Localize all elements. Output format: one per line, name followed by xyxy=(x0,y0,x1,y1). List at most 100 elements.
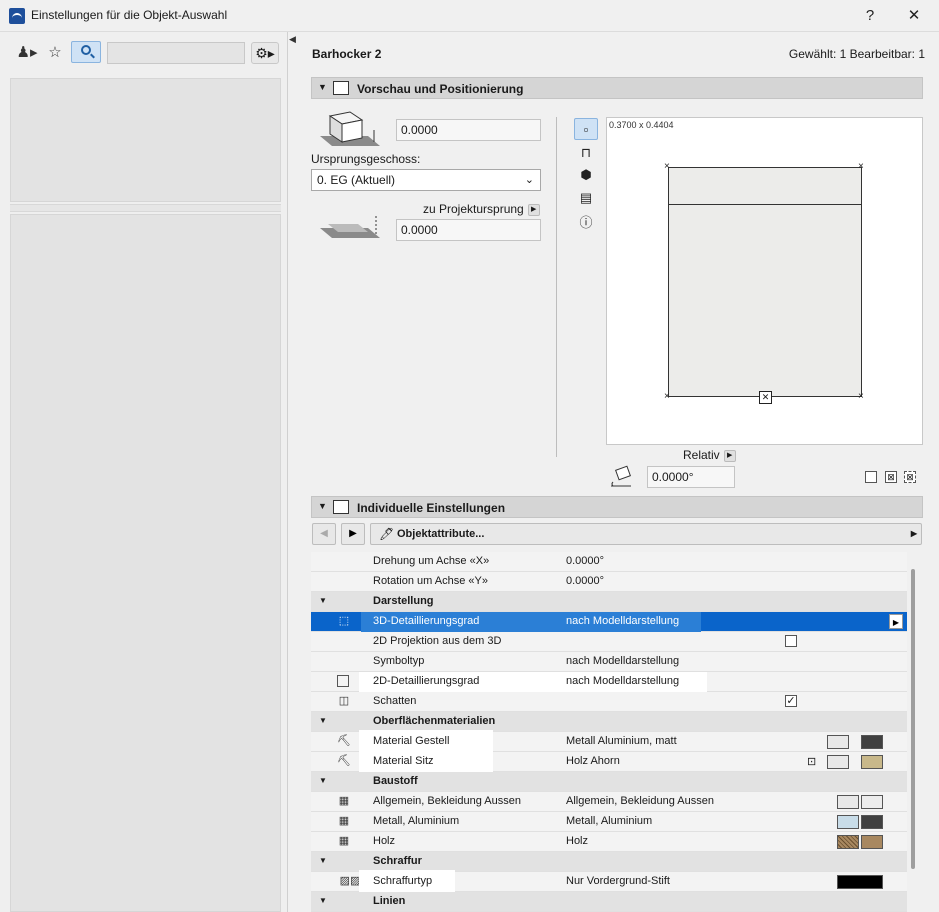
table-row[interactable]: Drehung um Achse «X» 0.0000° xyxy=(311,552,907,572)
mirror-x-icon[interactable]: ⊠ xyxy=(885,471,897,483)
section-view-icon[interactable]: ⊓ xyxy=(574,142,598,164)
forward-button[interactable]: ▶ xyxy=(341,523,365,545)
collapse-left-icon[interactable]: ◀ xyxy=(289,34,297,45)
help-button[interactable]: ? xyxy=(855,4,885,28)
group-name: Darstellung xyxy=(373,595,434,607)
table-row[interactable]: ⛏ Material Gestell Metall Aluminium, mat… xyxy=(311,730,907,752)
parameter-table[interactable]: Drehung um Achse «X» 0.0000° Rotation um… xyxy=(311,552,907,912)
hotspot-icon[interactable]: × xyxy=(664,162,670,172)
search-button[interactable] xyxy=(71,41,101,63)
texture-icon[interactable]: ⊡ xyxy=(807,755,816,768)
elevation-illustration-icon xyxy=(320,111,380,146)
group-name: Linien xyxy=(373,895,406,907)
3d-view-icon[interactable]: ⬢ xyxy=(574,164,598,186)
folder-tree-panel[interactable] xyxy=(10,78,281,202)
preview-canvas[interactable]: 0.3700 x 0.4404 ✕ × × × × xyxy=(606,117,923,445)
favorites-star-icon[interactable]: ☆ xyxy=(44,42,66,64)
project-origin-label[interactable]: zu Projektursprung ▶ xyxy=(423,202,540,216)
project-origin-text: zu Projektursprung xyxy=(423,202,524,216)
object-attributes-dropdown[interactable]: 🖊 Objektattribute... ▶ xyxy=(370,523,922,545)
param-value: Metall Aluminium, matt xyxy=(566,735,677,747)
hotspot-icon[interactable]: × xyxy=(858,162,864,172)
table-row[interactable]: ▦ Allgemein, Bekleidung Aussen Allgemein… xyxy=(311,792,907,812)
story-select[interactable]: 0. EG (Aktuell) ⌄ xyxy=(311,169,541,191)
plan-view-button[interactable]: ▫ xyxy=(574,118,598,140)
group-name: Baustoff xyxy=(373,775,418,787)
selection-info: Gewählt: 1 Bearbeitbar: 1 xyxy=(788,47,925,61)
gear-icon[interactable]: ⚙▸ xyxy=(251,42,279,64)
hotspot-icon[interactable]: × xyxy=(664,392,670,402)
arrow-right-icon: ▶ xyxy=(723,449,736,462)
table-row[interactable]: ▨▨ Schraffurtyp Nur Vordergrund-Stift xyxy=(311,870,907,892)
back-button[interactable]: ◀ xyxy=(312,523,336,545)
param-name: Metall, Aluminium xyxy=(373,815,460,827)
group-row-darstellung[interactable]: ▼ Darstellung xyxy=(311,592,907,612)
table-row[interactable]: Rotation um Achse «Y» 0.0000° xyxy=(311,572,907,592)
param-name: Holz xyxy=(373,835,396,847)
relative-toggle[interactable]: Relativ ▶ xyxy=(683,448,736,462)
pen-color-swatch[interactable] xyxy=(837,875,883,889)
object-list-panel[interactable] xyxy=(10,214,281,912)
table-row-selected[interactable]: ⬚ 3D-Detaillierungsgrad nach Modelldarst… xyxy=(311,612,907,632)
arrow-right-icon: ▶ xyxy=(527,203,540,216)
table-row[interactable]: ▦ Holz Holz xyxy=(311,832,907,852)
search-input[interactable] xyxy=(107,42,245,64)
group-row-baustoff[interactable]: ▼ Baustoff xyxy=(311,772,907,792)
material-swatch[interactable] xyxy=(861,755,883,769)
hotspot-anchor-icon[interactable]: ✕ xyxy=(759,391,772,404)
table-row[interactable]: Symboltyp nach Modelldarstellung xyxy=(311,652,907,672)
mirror-off-checkbox[interactable] xyxy=(865,471,877,483)
hotspot-icon[interactable]: × xyxy=(858,392,864,402)
material-swatch[interactable] xyxy=(861,835,883,849)
info-icon[interactable]: ⓘ xyxy=(574,212,598,234)
square-icon xyxy=(337,675,349,687)
table-row[interactable]: 2D Projektion aus dem 3D xyxy=(311,632,907,652)
table-row[interactable]: 2D-Detaillierungsgrad nach Modelldarstel… xyxy=(311,672,907,692)
param-name: Allgemein, Bekleidung Aussen xyxy=(373,795,521,807)
shadow-checkbox[interactable]: ✓ xyxy=(785,695,797,707)
param-value: nach Modelldarstellung xyxy=(566,675,680,687)
group-row-schraffur[interactable]: ▼ Schraffur xyxy=(311,852,907,872)
param-name: 2D-Detaillierungsgrad xyxy=(373,675,480,687)
table-row[interactable]: ⛏ Material Sitz Holz Ahorn ⊡ xyxy=(311,752,907,772)
group-row-linien[interactable]: ▼ Linien xyxy=(311,892,907,912)
collapse-triangle-icon: ▼ xyxy=(319,596,327,605)
material-swatch[interactable] xyxy=(837,815,859,829)
material-swatch[interactable] xyxy=(861,815,883,829)
chevron-down-icon: ⌄ xyxy=(524,174,534,186)
section-preview-header[interactable]: ▼ Vorschau und Positionierung xyxy=(311,77,923,99)
table-row[interactable]: ◫ Schatten ✓ xyxy=(311,692,907,712)
material-swatch[interactable] xyxy=(837,795,859,809)
mirror-y-icon[interactable]: ⊠ xyxy=(904,471,916,483)
material-swatch[interactable] xyxy=(827,755,849,769)
settings-section-icon xyxy=(333,500,349,514)
table-row[interactable]: ▦ Metall, Aluminium Metall, Aluminium xyxy=(311,812,907,832)
param-name: 2D Projektion aus dem 3D xyxy=(373,635,502,647)
relative-label: Relativ xyxy=(683,448,720,462)
material-swatch[interactable] xyxy=(827,735,849,749)
material-swatch[interactable] xyxy=(837,835,859,849)
material-swatch[interactable] xyxy=(861,795,883,809)
close-button[interactable]: ✕ xyxy=(899,4,929,28)
filmstrip-view-icon[interactable]: ▤ xyxy=(574,187,598,209)
building-material-icon: ▦ xyxy=(338,835,350,847)
arrow-right-icon[interactable]: ▶ xyxy=(889,614,903,629)
project-origin-field[interactable]: 0.0000 xyxy=(396,219,541,241)
left-panel: ♟▸ ☆ ⚙▸ xyxy=(0,32,288,912)
elevation-field[interactable]: 0.0000 xyxy=(396,119,541,141)
group-row-materials[interactable]: ▼ Oberflächenmaterialien xyxy=(311,712,907,732)
collapse-triangle-icon: ▼ xyxy=(318,82,327,92)
object-library-icon[interactable]: ♟▸ xyxy=(14,42,40,64)
panel-splitter[interactable] xyxy=(10,204,281,212)
material-swatch[interactable] xyxy=(861,735,883,749)
group-name: Oberflächenmaterialien xyxy=(373,715,496,727)
table-scrollbar[interactable] xyxy=(911,569,915,869)
projection-checkbox[interactable] xyxy=(785,635,797,647)
rotation-angle-field[interactable]: 0.0000° xyxy=(647,466,735,488)
building-material-icon: ▦ xyxy=(338,815,350,827)
object-attributes-label: Objektattribute... xyxy=(397,528,485,540)
collapse-triangle-icon: ▼ xyxy=(319,856,327,865)
pen-icon: 🖊 xyxy=(379,527,395,541)
brush-icon: ⛏ xyxy=(337,735,351,747)
section-settings-header[interactable]: ▼ Individuelle Einstellungen xyxy=(311,496,923,518)
